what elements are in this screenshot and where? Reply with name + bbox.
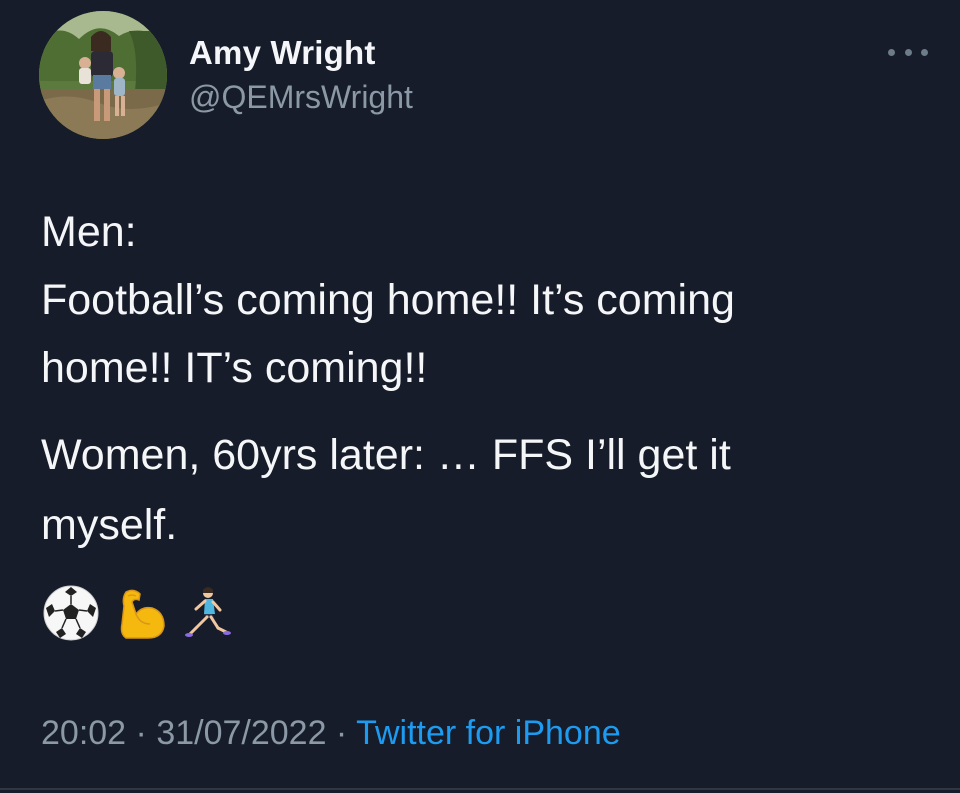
tweet-card: Amy Wright @QEMrsWright Men: Football’s … [0, 0, 960, 793]
flexed-biceps-icon [120, 589, 165, 639]
tweet-date[interactable]: 31/07/2022 [156, 714, 326, 752]
tweet-time[interactable]: 20:02 [41, 714, 126, 752]
woman-running-icon [185, 587, 231, 637]
dot [921, 48, 928, 56]
tweet-text-line: myself. [41, 501, 178, 549]
emoji-row [42, 583, 232, 643]
avatar[interactable] [39, 11, 167, 139]
divider [0, 788, 960, 790]
meta-separator: · [126, 714, 157, 752]
dot [888, 48, 895, 56]
more-options-icon[interactable] [888, 42, 928, 62]
soccer-ball-icon [43, 585, 99, 641]
tweet-meta: 20:02 · 31/07/2022 · Twitter for iPhone [41, 714, 621, 753]
meta-separator: · [326, 714, 357, 752]
tweet-source-link[interactable]: Twitter for iPhone [356, 714, 621, 752]
author-handle[interactable]: @QEMrsWright [189, 79, 413, 116]
tweet-text-line: Women, 60yrs later: … FFS I’ll get it [41, 431, 731, 479]
tweet-text-line: Football’s coming home!! It’s coming [41, 276, 735, 324]
dot [904, 48, 912, 56]
author-display-name[interactable]: Amy Wright [189, 34, 376, 72]
tweet-text-line: Men: [41, 208, 137, 256]
tweet-text-line: home!! IT’s coming!! [41, 344, 428, 392]
avatar-photo [39, 11, 167, 139]
